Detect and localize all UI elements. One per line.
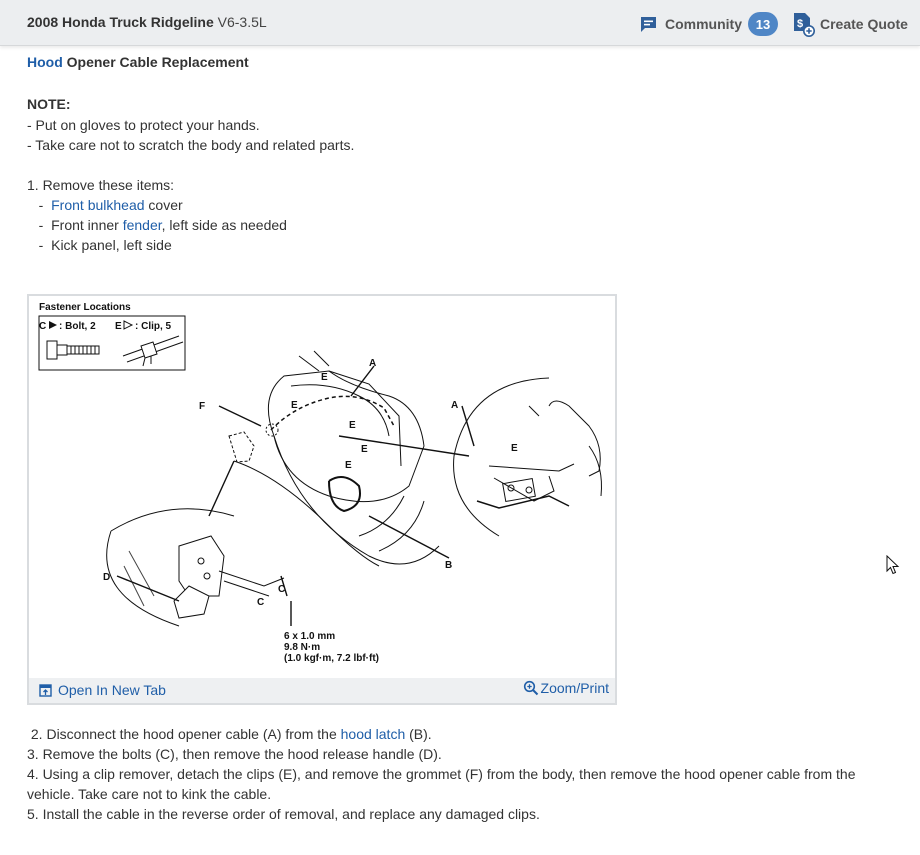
page-title: Hood Opener Cable Replacement	[27, 54, 249, 70]
legend-e: E	[115, 321, 122, 332]
procedure-steps: 2. Disconnect the hood opener cable (A) …	[27, 724, 897, 824]
removal-item: - Front inner fender, left side as neede…	[27, 215, 287, 235]
bolt-illustration	[46, 340, 100, 360]
label-e: E	[349, 420, 356, 431]
zoom-in-icon	[523, 680, 538, 696]
latch-detail-drawing	[453, 377, 602, 537]
removal-item: - Front bulkhead cover	[27, 195, 183, 215]
step-1-text: 1. Remove these items:	[27, 177, 175, 193]
step-2-suffix: (B).	[405, 726, 432, 742]
label-e: E	[511, 443, 518, 454]
label-e: E	[361, 444, 368, 455]
step-5: 5. Install the cable in the reverse orde…	[27, 806, 540, 822]
label-b: B	[445, 560, 452, 571]
note-item: - Put on gloves to protect your hands.	[27, 117, 260, 133]
label-e: E	[345, 460, 352, 471]
label-c: C	[278, 584, 285, 595]
note-item: - Take care not to scratch the body and …	[27, 137, 355, 153]
figure-toolbar: Open In New Tab Zoom/Print	[29, 678, 615, 703]
svg-text:$: $	[797, 18, 803, 30]
step-2: 2. Disconnect the hood opener cable (A) …	[27, 724, 897, 744]
label-e: E	[291, 400, 298, 411]
zoom-print-label: Zoom/Print	[540, 680, 609, 696]
label-e: E	[321, 372, 328, 383]
vehicle-body-drawing	[228, 350, 440, 567]
front-bulkhead-link[interactable]: Front bulkhead	[51, 197, 144, 213]
chat-bubble-icon	[641, 16, 656, 32]
legend-clip: : Clip, 5	[135, 321, 172, 332]
open-new-tab-icon	[39, 683, 52, 697]
legend-title: Fastener Locations	[39, 302, 131, 313]
mouse-pointer-icon	[886, 555, 900, 575]
vehicle-engine: V6-3.5L	[217, 14, 267, 30]
dollar-document-icon: $	[794, 13, 815, 37]
cable-route	[270, 395, 395, 431]
title-text: Opener Cable Replacement	[66, 54, 249, 70]
legend-bolt: : Bolt, 2	[59, 321, 96, 332]
community-count-badge: 13	[748, 12, 778, 36]
top-header-bar: 2008 Honda Truck Ridgeline V6-3.5L Commu…	[0, 0, 920, 46]
create-quote-button[interactable]: $ Create Quote	[791, 11, 908, 37]
hood-opener-diagram: Fastener Locations C : Bolt, 2 E : Clip,…	[38, 302, 602, 664]
step-2-prefix: 2. Disconnect the hood opener cable (A) …	[27, 726, 341, 742]
torque-spec-nm: 9.8 N·m	[284, 642, 320, 653]
zoom-print-link[interactable]: Zoom/Print	[523, 680, 609, 696]
label-d: D	[103, 572, 110, 583]
vehicle-model: 2008 Honda Truck Ridgeline	[27, 14, 214, 30]
removal-item-suffix: cover	[144, 197, 183, 213]
torque-spec-kgf: (1.0 kgf·m, 7.2 lbf·ft)	[284, 653, 379, 664]
note-heading: NOTE:	[27, 96, 71, 112]
community-label: Community	[665, 16, 742, 32]
label-a: A	[369, 358, 376, 369]
hood-latch-link[interactable]: hood latch	[341, 726, 406, 742]
removal-item: - Kick panel, left side	[27, 237, 172, 253]
create-quote-label: Create Quote	[820, 16, 908, 32]
label-f: F	[199, 401, 205, 412]
step-3: 3. Remove the bolts (C), then remove the…	[27, 746, 442, 762]
removal-item-prefix: - Front inner	[27, 217, 123, 233]
removal-item-prefix: -	[27, 197, 52, 213]
removal-item-suffix: , left side as needed	[161, 217, 287, 233]
clip-illustration	[122, 335, 184, 367]
label-c: C	[257, 597, 264, 608]
legend-c: C	[39, 321, 46, 332]
step-4: 4. Using a clip remover, detach the clip…	[27, 766, 856, 802]
diagram-figure: Fastener Locations C : Bolt, 2 E : Clip,…	[27, 294, 617, 705]
vehicle-title: 2008 Honda Truck Ridgeline V6-3.5L	[27, 14, 267, 30]
community-button[interactable]: Community 13	[639, 11, 778, 37]
torque-spec-size: 6 x 1.0 mm	[284, 631, 335, 642]
fender-link[interactable]: fender	[123, 217, 162, 233]
open-new-tab-label: Open In New Tab	[58, 682, 166, 698]
handle-detail-drawing	[106, 508, 285, 627]
open-new-tab-link[interactable]: Open In New Tab	[39, 682, 166, 698]
hood-link[interactable]: Hood	[27, 54, 63, 70]
label-a: A	[451, 400, 458, 411]
